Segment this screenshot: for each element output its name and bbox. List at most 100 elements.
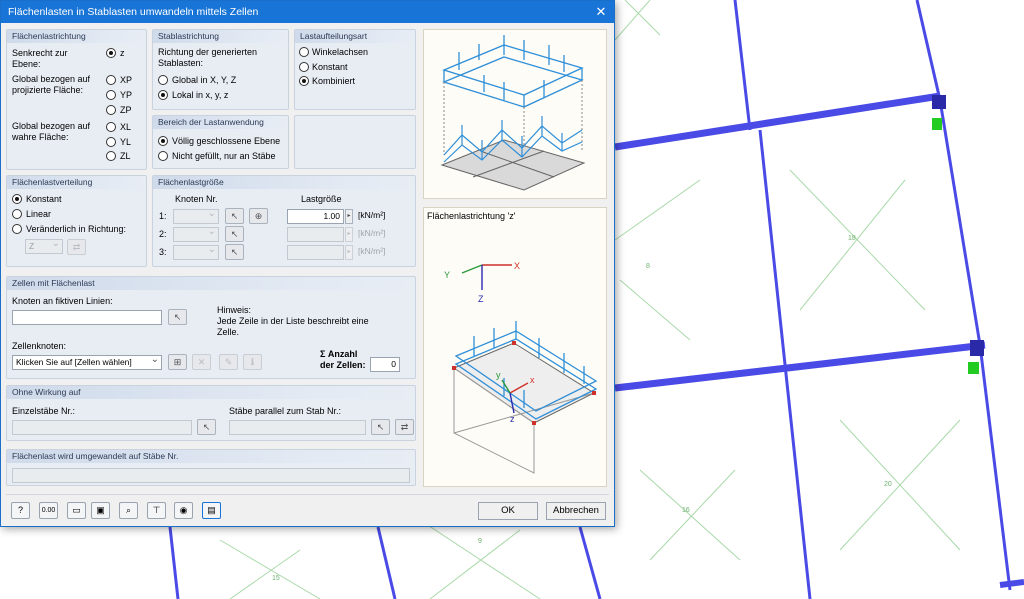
radio-zl[interactable] [106,151,116,161]
pick-node-icon[interactable]: ↖ [225,226,244,242]
open-icon[interactable]: ▭ [67,502,86,519]
load-value-1-spinner[interactable]: ▸ [345,209,353,224]
radio-global-xyz[interactable] [158,75,168,85]
load-value-3-input[interactable] [287,245,344,260]
radio-constant-split[interactable] [299,62,309,72]
radio-dist-variable[interactable] [12,224,22,234]
group-load-direction: Flächenlastrichtung Senkrecht zur Ebene:… [6,29,147,170]
radio-angle-bisectors[interactable] [299,47,309,57]
group-converted-members: Flächenlast wird umgewandelt auf Stäbe N… [6,449,416,486]
cell-info-icon[interactable]: ℹ [243,354,262,370]
print-preview-icon[interactable]: ⌕ [119,502,138,519]
single-members-input[interactable] [12,420,192,435]
convert-surface-loads-dialog: Flächenlasten in Stablasten umwandeln mi… [0,0,615,527]
axis-label-y: Y [444,270,450,280]
load-value-3-spinner[interactable]: ▸ [345,245,353,260]
load-value-2-input[interactable] [287,227,344,242]
surface-label: 15 [272,575,280,582]
select-cells-icon[interactable]: ⊞ [168,354,187,370]
cell-nodes-label: Zellenknoten: [12,341,67,351]
radio-yl[interactable] [106,137,116,147]
radio-xp[interactable] [106,75,116,85]
parallel-members-label: Stäbe parallel zum Stab Nr.: [229,406,342,416]
direction-select[interactable]: Z [25,237,63,254]
radio-label: XP [120,75,133,85]
radio-z[interactable] [106,48,116,58]
info-panel-icon[interactable]: ▤ [202,502,221,519]
unit-label: [kN/m²] [358,228,386,238]
group-load-magnitude: Flächenlastgröße Knoten Nr. Lastgröße 1:… [152,175,416,267]
node-3-select[interactable] [173,243,219,260]
node-no-header: Knoten Nr. [175,194,218,204]
load-value-2-spinner[interactable]: ▸ [345,227,353,242]
pick-node-icon[interactable]: ↖ [225,208,244,224]
radio-label: Global in X, Y, Z [172,75,237,85]
dialog-titlebar[interactable]: Flächenlasten in Stablasten umwandeln mi… [1,1,614,23]
group-header: Bereich der Lastanwendung [153,116,288,129]
radio-label: z [120,48,125,58]
units-icon[interactable]: 0.00 [39,502,58,519]
radio-label: Konstant [312,62,348,72]
radio-local-xyz[interactable] [158,90,168,100]
radio-xl[interactable] [106,122,116,132]
cell-nodes-select[interactable]: Klicken Sie auf [Zellen wählen] [12,353,162,370]
radio-zp[interactable] [106,105,116,115]
supports [932,95,984,374]
member-table-icon[interactable]: ⊤ [147,502,166,519]
radio-label: Veränderlich in Richtung: [26,224,127,234]
parallel-member-list-icon[interactable]: ⇄ [395,419,414,435]
pick-parallel-member-icon[interactable]: ↖ [371,419,390,435]
row-label: 1: [159,211,167,221]
load-conversion-illustration [440,35,586,191]
group-member-load-direction: Stablastrichtung Richtung der generierte… [152,29,289,110]
close-icon[interactable]: ✕ [592,2,610,21]
radio-members-only[interactable] [158,151,168,161]
view-icon[interactable]: ◉ [174,502,193,519]
group-load-application-area: Bereich der Lastanwendung Völlig geschlo… [152,115,289,169]
group-header: Flächenlastrichtung [7,30,146,43]
surface-label: 9 [478,538,482,545]
row-label: 2: [159,229,167,239]
radio-combined[interactable] [299,76,309,86]
cancel-button[interactable]: Abbrechen [546,502,606,520]
unit-label: [kN/m²] [358,210,386,220]
radio-dist-constant[interactable] [12,194,22,204]
save-icon[interactable]: ▣ [91,502,110,519]
radio-dist-linear[interactable] [12,209,22,219]
pick-nodes-icon[interactable]: ↖ [168,309,187,325]
parallel-members-input[interactable] [229,420,366,435]
pick-members-icon[interactable]: ↖ [197,419,216,435]
count-label: der Zellen: [320,360,366,370]
surface-label: 18 [848,235,856,242]
pick-node-icon[interactable]: ↖ [225,244,244,260]
node-2-select[interactable] [173,225,219,242]
edit-cell-icon[interactable]: ✎ [219,354,238,370]
radio-label: Nicht gefüllt, nur an Stäbe [172,151,276,161]
row-label: 3: [159,247,167,257]
help-icon[interactable]: ? [11,502,30,519]
single-members-label: Einzelstäbe Nr.: [12,406,76,416]
preview-image-top [423,29,607,199]
node-1-select[interactable] [173,207,219,224]
radio-label: Konstant [26,194,62,204]
group-no-effect: Ohne Wirkung auf Einzelstäbe Nr.: ↖ Stäb… [6,385,416,441]
radio-yp[interactable] [106,90,116,100]
ok-button[interactable]: OK [478,502,538,520]
cell-count-value: 0 [370,357,400,372]
axis-label-local-z: z [510,414,515,424]
variable-settings-icon[interactable]: ⇄ [67,239,86,255]
axis-label-local-y: y [496,370,501,380]
global-projected-label: Global bezogen auf projizierte Fläche: [12,74,91,95]
radio-label: Völlig geschlossene Ebene [172,136,281,146]
hint-text: Jede Zeile in der Liste beschreibt eine [217,316,369,326]
group-header: Flächenlastverteilung [7,176,146,189]
unit-label: [kN/m²] [358,246,386,256]
radio-label: ZP [120,105,132,115]
dialog-title: Flächenlasten in Stablasten umwandeln mi… [8,6,259,18]
radio-closed-plane[interactable] [158,136,168,146]
pick-node-2-icon[interactable]: ⊕ [249,208,268,224]
load-value-header: Lastgröße [301,194,342,204]
nodes-fictive-lines-input[interactable] [12,310,162,325]
delete-cell-icon[interactable]: ✕ [192,354,211,370]
load-value-1-input[interactable]: 1.00 [287,209,344,224]
